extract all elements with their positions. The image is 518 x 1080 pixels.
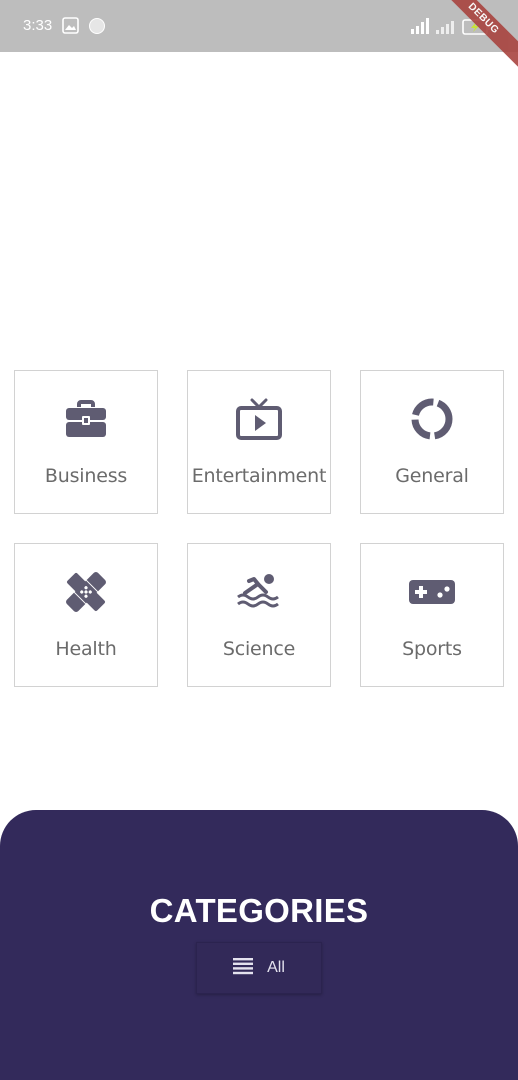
swimmer-icon <box>235 568 283 616</box>
gallery-icon <box>62 17 79 39</box>
notification-dot-icon <box>89 18 105 34</box>
list-icon <box>233 957 254 980</box>
bandage-icon <box>62 568 110 616</box>
category-grid: Business Entertainment General Health Sc… <box>14 370 504 687</box>
status-bar: 3:33 DEBUG <box>0 0 518 79</box>
signal-secondary-icon <box>435 20 455 39</box>
tv-icon <box>235 395 283 443</box>
status-time: 3:33 <box>23 17 53 34</box>
categories-panel: CATEGORIES All <box>0 810 518 1080</box>
category-tile-science[interactable]: Science <box>187 543 331 687</box>
category-tile-business[interactable]: Business <box>14 370 158 514</box>
category-label: Sports <box>402 638 462 660</box>
all-filter-label: All <box>267 959 285 976</box>
category-label: Science <box>222 638 296 660</box>
all-filter-button[interactable]: All <box>196 942 322 994</box>
signal-icon <box>409 17 431 40</box>
category-tile-general[interactable]: General <box>360 370 504 514</box>
category-label: Entertainment <box>191 465 327 487</box>
gamepad-icon <box>408 568 456 616</box>
category-tile-health[interactable]: Health <box>14 543 158 687</box>
category-tile-entertainment[interactable]: Entertainment <box>187 370 331 514</box>
category-tile-sports[interactable]: Sports <box>360 543 504 687</box>
ring-icon <box>408 395 456 443</box>
category-label: Health <box>55 638 117 660</box>
briefcase-icon <box>62 395 110 443</box>
category-label: General <box>395 465 469 487</box>
panel-title: CATEGORIES <box>149 892 369 929</box>
category-label: Business <box>44 465 128 487</box>
